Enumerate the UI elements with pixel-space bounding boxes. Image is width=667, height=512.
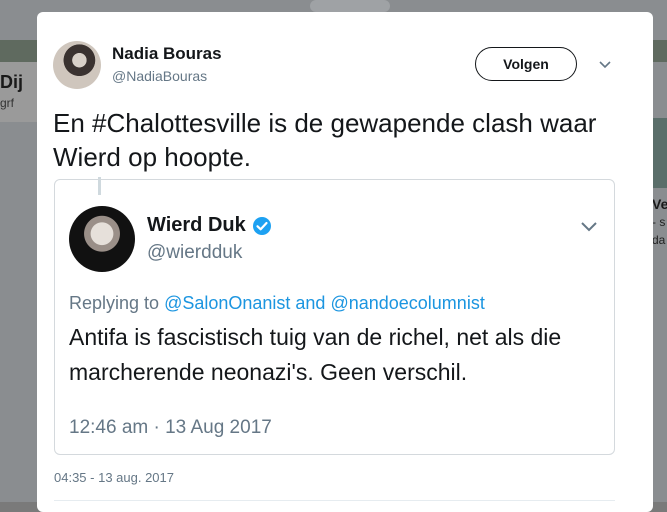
quoted-author-name-row[interactable]: Wierd Duk: [147, 214, 272, 237]
tweet-text: En #Chalottesville is de gewapende clash…: [53, 108, 597, 172]
background-right-line-1: - s: [652, 215, 666, 229]
background-right-card: Ve - s da: [652, 195, 667, 249]
background-left-title: Dij: [0, 72, 24, 92]
quoted-author-avatar[interactable]: [69, 206, 135, 272]
mention-link-nandoecolumnist[interactable]: @nandoecolumnist: [330, 293, 484, 313]
author-avatar[interactable]: [53, 41, 101, 89]
quoted-author-name[interactable]: Wierd Duk: [147, 214, 246, 237]
mention-link-salononanist[interactable]: @SalonOnanist: [164, 293, 290, 313]
replying-to-line: Replying to @SalonOnanist and @nandoecol…: [69, 293, 485, 314]
background-right-title: Ve: [652, 196, 667, 212]
author-name[interactable]: Nadia Bouras: [112, 44, 222, 64]
divider: [54, 500, 615, 501]
follow-button[interactable]: Volgen: [475, 47, 577, 81]
background-right-line-2: da: [652, 233, 666, 247]
quoted-tweet-text: Antifa is fascistisch tuig van de richel…: [69, 324, 562, 385]
chevron-down-icon[interactable]: [597, 56, 613, 72]
background-left-subtitle: grf: [0, 96, 15, 110]
tweet-modal: Nadia Bouras @NadiaBouras Volgen En #Cha…: [37, 12, 653, 512]
quoted-tweet-card[interactable]: Wierd Duk @wierdduk Replying to @SalonOn…: [54, 179, 615, 455]
author-handle[interactable]: @NadiaBouras: [112, 68, 207, 84]
verified-badge-icon: [252, 216, 271, 235]
quoted-author-handle[interactable]: @wierdduk: [147, 242, 242, 264]
background-search-bar: [310, 0, 390, 12]
chevron-down-icon[interactable]: [579, 216, 599, 236]
quoted-tweet-timestamp[interactable]: 12:46 am · 13 Aug 2017: [69, 417, 272, 439]
background-right-image: [652, 118, 667, 188]
replying-to-label: Replying to: [69, 293, 165, 313]
tweet-timestamp[interactable]: 04:35 - 13 aug. 2017: [54, 470, 174, 485]
replying-and-text: and: [290, 293, 331, 313]
